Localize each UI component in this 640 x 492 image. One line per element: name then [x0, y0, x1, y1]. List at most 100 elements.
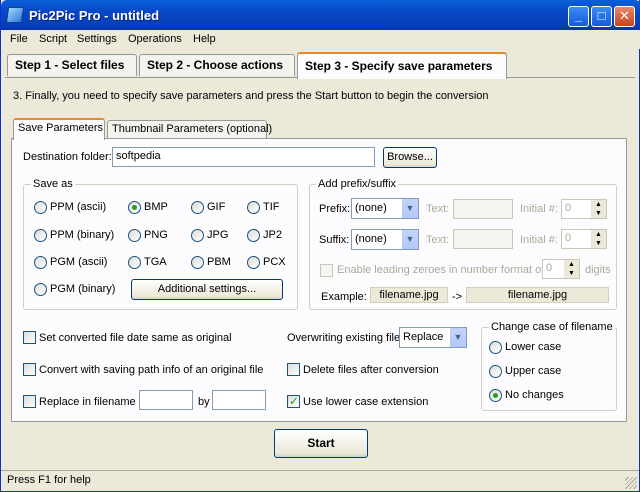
delete-files-checkbox[interactable]	[287, 363, 300, 376]
prefix-text-input[interactable]	[453, 199, 513, 219]
set-date-checkbox[interactable]	[23, 331, 36, 344]
radio-tga-label: TGA	[144, 256, 167, 268]
radio-upper-case[interactable]	[489, 365, 502, 378]
radio-pgm-binary[interactable]	[34, 283, 47, 296]
prefix-suffix-label: Add prefix/suffix	[316, 178, 399, 190]
by-label: by	[198, 396, 210, 408]
overwriting-label: Overwriting existing file	[287, 332, 401, 344]
radio-pcx-label: PCX	[263, 256, 286, 268]
radio-png-label: PNG	[144, 229, 168, 241]
title-bar: Pic2Pic Pro - untitled _ □ ✕	[1, 0, 640, 30]
radio-jpg-label: JPG	[207, 229, 229, 241]
tab-thumbnail-parameters[interactable]: Thumbnail Parameters (optional)	[107, 120, 272, 139]
replace-with-input[interactable]	[212, 390, 266, 410]
spin-arrows-icon: ▲ ▼	[591, 200, 606, 218]
digits-spinner[interactable]: 0 ▲ ▼	[542, 259, 580, 279]
chevron-down-icon: ▼	[401, 230, 418, 249]
menu-file[interactable]: File	[10, 33, 28, 45]
maximize-button[interactable]: □	[591, 6, 612, 27]
suffix-initial-label: Initial #:	[520, 234, 558, 246]
app-icon	[5, 7, 25, 23]
radio-ppm-binary[interactable]	[34, 229, 47, 242]
suffix-initial-value: 0	[565, 232, 572, 244]
prefix-select[interactable]: (none) ▼	[351, 198, 419, 219]
step-tab-strip: Step 1 - Select files Step 2 - Choose ac…	[5, 52, 635, 79]
minimize-button[interactable]: _	[568, 6, 589, 27]
tab-save-parameters[interactable]: Save Parameters	[13, 118, 105, 140]
radio-jp2[interactable]	[247, 229, 260, 242]
suffix-text-label: Text:	[426, 234, 450, 246]
prefix-label: Prefix:	[319, 203, 351, 215]
tab-step-1[interactable]: Step 1 - Select files	[7, 54, 137, 76]
suffix-select[interactable]: (none) ▼	[351, 229, 419, 250]
radio-jp2-label: JP2	[263, 229, 282, 241]
leading-zeroes-checkbox[interactable]	[320, 264, 333, 277]
window-title: Pic2Pic Pro - untitled	[29, 8, 160, 23]
tab-step-2[interactable]: Step 2 - Choose actions	[139, 54, 295, 76]
spin-arrows-icon: ▲ ▼	[564, 260, 579, 278]
resize-grip-icon[interactable]	[625, 477, 637, 489]
radio-bmp-label: BMP	[144, 201, 168, 213]
maximize-icon: □	[597, 8, 606, 23]
chevron-down-icon: ▼	[401, 199, 418, 218]
delete-files-label: Delete files after conversion	[303, 364, 439, 376]
prefix-value: (none)	[355, 202, 387, 214]
prefix-initial-value: 0	[565, 202, 572, 214]
close-icon: ✕	[619, 8, 630, 23]
overwriting-value: Replace	[403, 331, 444, 343]
radio-upper-case-label: Upper case	[505, 365, 562, 377]
additional-settings-button[interactable]: Additional settings...	[131, 279, 283, 300]
prefix-initial-spinner[interactable]: 0 ▲ ▼	[561, 199, 607, 219]
replace-find-input[interactable]	[139, 390, 193, 410]
radio-tif[interactable]	[247, 201, 260, 214]
spin-arrows-icon: ▲ ▼	[591, 230, 606, 248]
digits-label: digits	[585, 264, 611, 276]
radio-no-changes-label: No changes	[505, 389, 564, 401]
suffix-label: Suffix:	[319, 234, 350, 246]
menu-script[interactable]: Script	[39, 33, 67, 45]
radio-pbm[interactable]	[191, 256, 204, 269]
suffix-text-input[interactable]	[453, 229, 513, 249]
radio-gif[interactable]	[191, 201, 204, 214]
tab-step-3[interactable]: Step 3 - Specify save parameters	[297, 52, 507, 79]
radio-gif-label: GIF	[207, 201, 226, 213]
menu-help[interactable]: Help	[193, 33, 216, 45]
radio-pbm-label: PBM	[207, 256, 231, 268]
app-window: Pic2Pic Pro - untitled _ □ ✕ File Script…	[0, 0, 640, 492]
save-as-label: Save as	[31, 178, 75, 190]
convert-path-label: Convert with saving path info of an orig…	[39, 364, 264, 376]
prefix-initial-label: Initial #:	[520, 203, 558, 215]
status-text: Press F1 for help	[7, 474, 91, 486]
suffix-initial-spinner[interactable]: 0 ▲ ▼	[561, 229, 607, 249]
radio-ppm-ascii[interactable]	[34, 201, 47, 214]
lower-ext-checkbox[interactable]	[287, 394, 300, 408]
radio-png[interactable]	[128, 229, 141, 242]
convert-path-checkbox[interactable]	[23, 363, 36, 376]
menu-settings[interactable]: Settings	[77, 33, 117, 45]
set-date-label: Set converted file date same as original	[39, 332, 232, 344]
radio-tif-label: TIF	[263, 201, 280, 213]
radio-pgm-ascii[interactable]	[34, 256, 47, 269]
instruction-text: 3. Finally, you need to specify save par…	[13, 90, 489, 102]
radio-tga[interactable]	[128, 256, 141, 269]
overwriting-select[interactable]: Replace ▼	[399, 327, 467, 348]
radio-jpg[interactable]	[191, 229, 204, 242]
radio-ppm-binary-label: PPM (binary)	[50, 229, 115, 241]
replace-in-filename-checkbox[interactable]	[23, 395, 36, 408]
start-button[interactable]: Start	[274, 429, 368, 458]
radio-pgm-binary-label: PGM (binary)	[50, 283, 116, 295]
close-button[interactable]: ✕	[614, 6, 635, 27]
radio-pcx[interactable]	[247, 256, 260, 269]
radio-lower-case[interactable]	[489, 341, 502, 354]
radio-lower-case-label: Lower case	[505, 341, 562, 353]
radio-pgm-ascii-label: PGM (ascii)	[50, 256, 108, 268]
status-bar: Press F1 for help	[1, 470, 639, 491]
browse-button[interactable]: Browse...	[383, 147, 437, 168]
leading-zeroes-label: Enable leading zeroes in number format o…	[337, 264, 545, 276]
destination-folder-input[interactable]: softpedia	[112, 147, 375, 167]
radio-no-changes[interactable]	[489, 389, 502, 402]
change-case-label: Change case of filename	[489, 321, 615, 333]
menu-bar: File Script Settings Operations Help	[1, 30, 640, 49]
menu-operations[interactable]: Operations	[128, 33, 182, 45]
radio-bmp[interactable]	[128, 201, 141, 214]
